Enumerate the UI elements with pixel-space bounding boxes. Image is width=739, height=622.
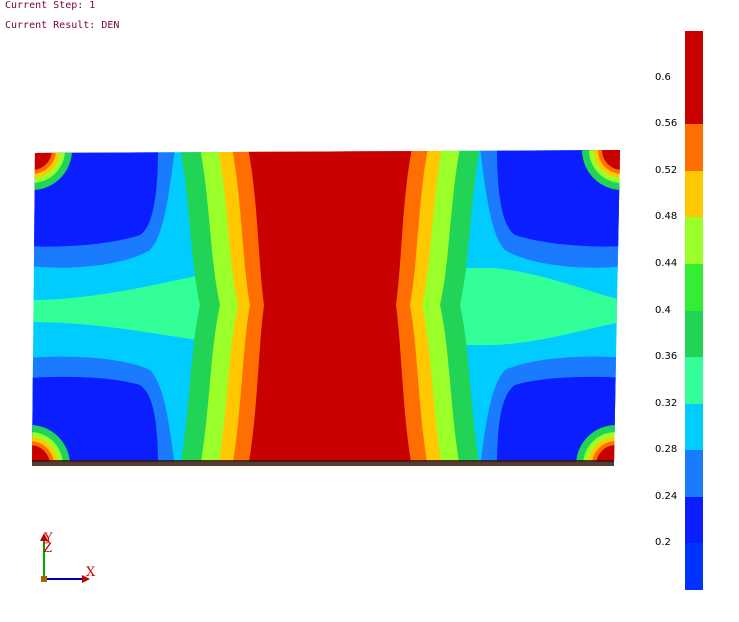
legend-swatch [685,357,703,405]
legend-label: 0.44 [655,257,678,269]
legend-swatch [685,77,703,125]
legend-label: 0.24 [655,490,678,502]
legend-label: 0.56 [655,118,678,130]
contour-field [32,150,620,462]
legend-swatch [685,496,703,544]
legend-swatch [685,403,703,451]
legend-label: 0.52 [655,164,678,176]
legend-label: 0.48 [655,211,678,223]
legend-label: 0.32 [655,397,678,409]
legend-label: 0.28 [655,444,678,456]
legend-swatch [685,31,703,79]
legend-swatch [685,217,703,265]
legend-swatch [685,263,703,311]
contour-plot[interactable] [0,0,739,622]
legend-label: 0.6 [655,71,671,83]
legend-swatch [685,450,703,498]
legend-label: 0.36 [655,351,678,363]
legend-swatch [685,170,703,218]
corner-hotspot-ur [582,150,620,190]
legend-swatch [685,543,703,591]
legend-label: 0.2 [655,537,671,549]
legend-label: 0.4 [655,304,671,316]
color-legend-bar [685,31,703,591]
legend-swatch [685,310,703,358]
legend-swatch [685,124,703,172]
plate-bottom-edge [32,460,614,466]
contour-band-red [248,150,412,462]
